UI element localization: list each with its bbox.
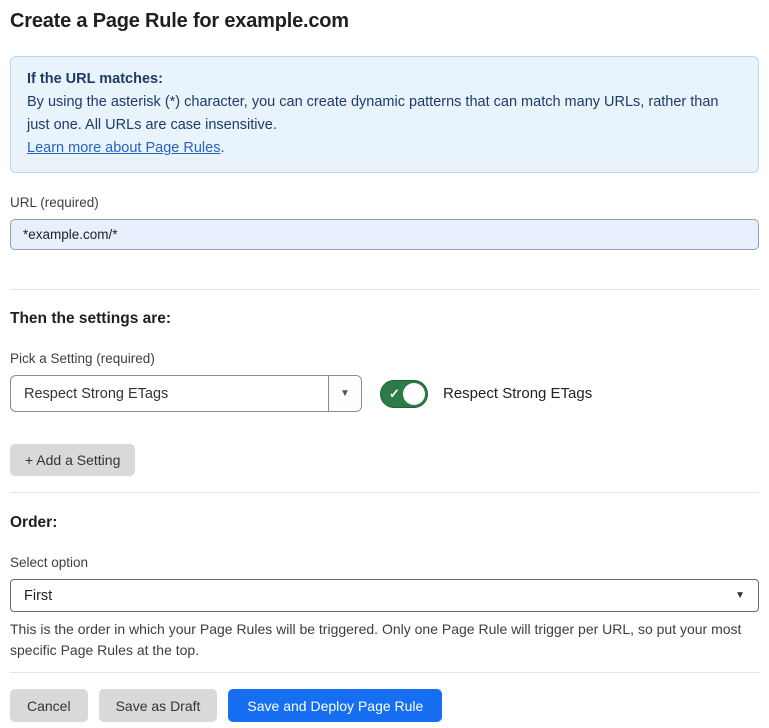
order-select-value: First — [24, 588, 735, 604]
order-section-heading: Order: — [10, 514, 759, 532]
order-select[interactable]: First ▼ — [10, 579, 759, 612]
divider — [10, 289, 759, 290]
url-field-label: URL (required) — [10, 195, 759, 210]
setting-row: Respect Strong ETags ▼ ✓ Respect Strong … — [10, 375, 759, 412]
add-setting-button[interactable]: + Add a Setting — [10, 444, 135, 476]
setting-dropdown[interactable]: Respect Strong ETags ▼ — [10, 375, 362, 412]
pick-setting-label: Pick a Setting (required) — [10, 351, 759, 366]
order-help-text: This is the order in which your Page Rul… — [10, 619, 754, 660]
save-as-draft-button[interactable]: Save as Draft — [99, 689, 218, 722]
info-banner-link-line: Learn more about Page Rules. — [27, 137, 742, 160]
settings-section-heading: Then the settings are: — [10, 310, 759, 328]
setting-toggle-wrap: ✓ Respect Strong ETags — [380, 380, 592, 408]
order-select-label: Select option — [10, 555, 759, 570]
divider — [10, 672, 759, 673]
link-period: . — [220, 140, 224, 156]
info-banner-heading: If the URL matches: — [27, 68, 742, 91]
cancel-button[interactable]: Cancel — [10, 689, 88, 722]
divider — [10, 492, 759, 493]
url-match-info-banner: If the URL matches: By using the asteris… — [10, 56, 759, 173]
chevron-down-icon: ▼ — [735, 590, 745, 601]
check-icon: ✓ — [389, 387, 400, 400]
setting-toggle[interactable]: ✓ — [380, 380, 428, 408]
setting-toggle-label: Respect Strong ETags — [443, 385, 592, 402]
url-input[interactable] — [10, 219, 759, 250]
setting-dropdown-value: Respect Strong ETags — [11, 376, 328, 411]
info-banner-body: By using the asterisk (*) character, you… — [27, 91, 742, 137]
page-title: Create a Page Rule for example.com — [10, 10, 759, 33]
chevron-down-icon: ▼ — [340, 388, 350, 399]
footer-button-row: Cancel Save as Draft Save and Deploy Pag… — [10, 689, 759, 722]
save-and-deploy-button[interactable]: Save and Deploy Page Rule — [228, 689, 442, 722]
setting-dropdown-button[interactable]: ▼ — [328, 376, 361, 411]
learn-more-link[interactable]: Learn more about Page Rules — [27, 140, 220, 156]
toggle-knob — [403, 383, 425, 405]
page-rule-form: Create a Page Rule for example.com If th… — [0, 10, 769, 722]
